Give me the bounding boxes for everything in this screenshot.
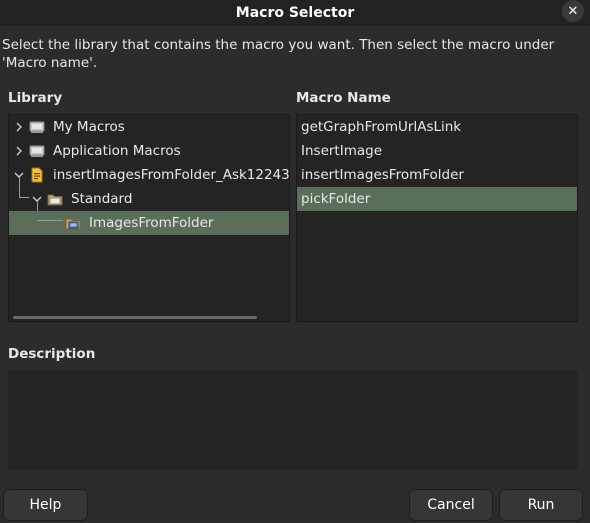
cancel-button[interactable]: Cancel [409, 489, 493, 521]
macro-item[interactable]: InsertImage [297, 139, 577, 163]
run-button[interactable]: Run [499, 489, 583, 521]
chevron-right-icon[interactable] [13, 121, 25, 133]
title-bar: Macro Selector ✕ [0, 0, 590, 26]
library-label: Library [8, 90, 63, 106]
macro-item-label: pickFolder [301, 191, 371, 207]
macro-list[interactable]: getGraphFromUrlAsLink InsertImage insert… [296, 114, 578, 322]
tree-item-application-macros[interactable]: Application Macros [9, 139, 289, 163]
document-icon [29, 167, 45, 183]
tree-item-label: insertImagesFromFolder_Ask12243 [53, 167, 290, 183]
library-tree[interactable]: My Macros Application Macros insertImage… [8, 114, 290, 322]
tree-item-label: ImagesFromFolder [89, 215, 214, 231]
tree-item-my-macros[interactable]: My Macros [9, 115, 289, 139]
tree-item-standard[interactable]: Standard [9, 187, 289, 211]
macro-item-label: insertImagesFromFolder [301, 167, 464, 183]
macro-item[interactable]: getGraphFromUrlAsLink [297, 115, 577, 139]
tree-item-document[interactable]: insertImagesFromFolder_Ask12243 [9, 163, 289, 187]
macro-item[interactable]: insertImagesFromFolder [297, 163, 577, 187]
tree-item-label: Application Macros [53, 143, 181, 159]
macro-item-label: getGraphFromUrlAsLink [301, 119, 462, 135]
module-icon [65, 215, 81, 231]
macro-item-label: InsertImage [301, 143, 382, 159]
horizontal-scrollbar[interactable] [13, 316, 257, 319]
macro-item-selected[interactable]: pickFolder [297, 187, 577, 211]
description-box [8, 371, 578, 469]
instructions-text: Select the library that contains the mac… [2, 37, 555, 71]
folder-icon [47, 191, 63, 207]
tree-item-images-from-folder[interactable]: ImagesFromFolder [9, 211, 289, 235]
macros-library-icon [29, 119, 45, 135]
description-label: Description [8, 346, 96, 362]
tree-item-label: My Macros [53, 119, 125, 135]
close-button[interactable]: ✕ [562, 0, 584, 22]
macro-name-label: Macro Name [296, 90, 391, 106]
chevron-right-icon[interactable] [13, 145, 25, 157]
tree-item-label: Standard [71, 191, 133, 207]
window-title: Macro Selector [235, 5, 355, 21]
tree-connector [37, 220, 63, 221]
macros-library-icon [29, 143, 45, 159]
help-button[interactable]: Help [3, 489, 88, 521]
close-icon: ✕ [567, 3, 579, 19]
